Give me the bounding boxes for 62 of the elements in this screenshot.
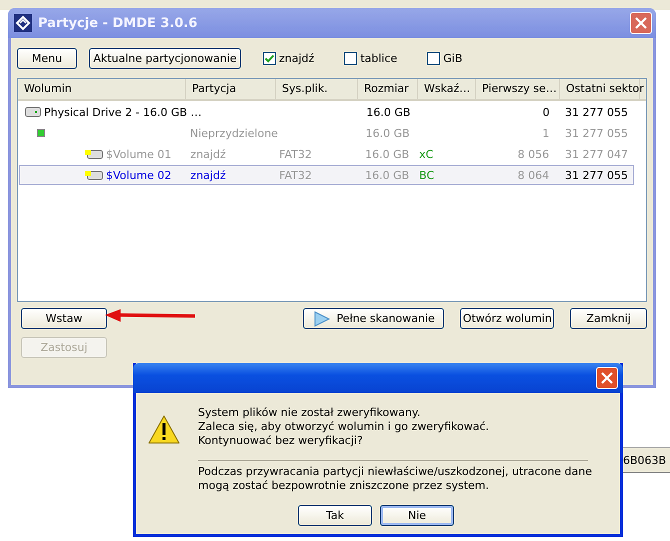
column-header[interactable]: Pierwszy se… [476, 79, 560, 99]
dialog-button[interactable]: Nie [380, 505, 454, 526]
table-cell: Nieprzydzielone [190, 126, 278, 140]
checkbox-label: tablice [360, 52, 398, 64]
table-row[interactable]: $Volume 01 znajdź FAT32 16.0 GB xC 8 056 31 277 047 [19, 144, 634, 164]
column-header[interactable]: Wskaź… [418, 79, 476, 99]
table-cell: 16.0 GB [365, 168, 410, 182]
checkbox-label: znajdź [279, 52, 314, 64]
table-row[interactable]: Physical Drive 2 - 16.0 GB … 16.0 GB 0 31 277 055 [19, 102, 634, 122]
close-icon [635, 17, 647, 29]
checkbox[interactable] [263, 52, 276, 64]
volume-icon [85, 149, 103, 159]
dialog-button[interactable]: Tak [298, 505, 372, 526]
volume-icon [85, 170, 103, 180]
table-cell: 1 [542, 126, 550, 140]
table-row[interactable]: $Volume 02 znajdź FAT32 16.0 GB BC 8 064 31 277 055 [19, 165, 634, 185]
table-cell: BC [419, 168, 434, 182]
play-icon [312, 310, 331, 326]
table-cell: $Volume 01 [106, 148, 172, 160]
table-cell: Physical Drive 2 - 16.0 GB … [44, 106, 202, 118]
table-cell: FAT32 [279, 148, 312, 160]
toolbar-button[interactable]: Menu [17, 48, 77, 68]
table-cell: znajdź [190, 168, 226, 182]
scan-button[interactable]: Pełne skanowanie [303, 308, 444, 329]
table-cell: 31 277 055 [565, 168, 628, 182]
table-cell: xC [419, 148, 434, 160]
table-cell: FAT32 [279, 168, 312, 182]
table-cell: 31 277 055 [565, 106, 628, 118]
toolbar-button[interactable]: Aktualne partycjonowanie [89, 48, 241, 68]
close-window-button[interactable]: Zamknij [570, 308, 647, 329]
message-text: Kontynuować bez weryfikacji? [198, 434, 364, 448]
table-cell: znajdź [190, 148, 226, 160]
hex-value: 6B063B [623, 454, 666, 466]
open-volume-button[interactable]: Otwórz wolumin [460, 308, 554, 329]
table-cell: 31 277 055 [565, 126, 628, 140]
close-button[interactable] [630, 12, 652, 34]
partition-icon [37, 129, 45, 137]
checkbox[interactable] [427, 52, 440, 64]
column-header[interactable]: Rozmiar [358, 79, 418, 99]
table-cell: 16.0 GB [366, 106, 410, 118]
message-text: Zaleca się, aby otworzyć wolumin i go zweryfikować. [198, 420, 490, 434]
close-button[interactable] [596, 367, 618, 389]
table-cell: $Volume 02 [106, 168, 172, 182]
insert-button[interactable]: Wstaw [21, 308, 107, 329]
table-cell: 0 [542, 106, 550, 118]
table-cell: 16.0 GB [366, 126, 410, 140]
table-cell: 16.0 GB [365, 148, 410, 160]
table-cell: 8 064 [518, 168, 550, 182]
column-header[interactable]: Sys.plik. [276, 79, 358, 99]
drive-icon [25, 107, 41, 117]
checkbox[interactable] [344, 52, 358, 64]
message-text: System plików nie został zweryfikowany. [198, 406, 422, 420]
window-title: Partycje - DMDE 3.0.6 [38, 16, 198, 30]
checkbox-label: GiB [443, 52, 462, 64]
warning-text: Podczas przywracania partycji niewłaściwe/uszkodzonej, utracone dane mogą zostać bezpowrotnie zniszczone przez system. [198, 465, 594, 493]
table-cell: 31 277 047 [565, 148, 628, 160]
app-icon [14, 14, 32, 32]
warning-icon [148, 415, 180, 445]
table-cell: 8 056 [518, 148, 550, 160]
close-icon [601, 372, 613, 384]
column-header[interactable]: Wolumin [18, 79, 186, 99]
column-header[interactable]: Partycja [186, 79, 276, 99]
